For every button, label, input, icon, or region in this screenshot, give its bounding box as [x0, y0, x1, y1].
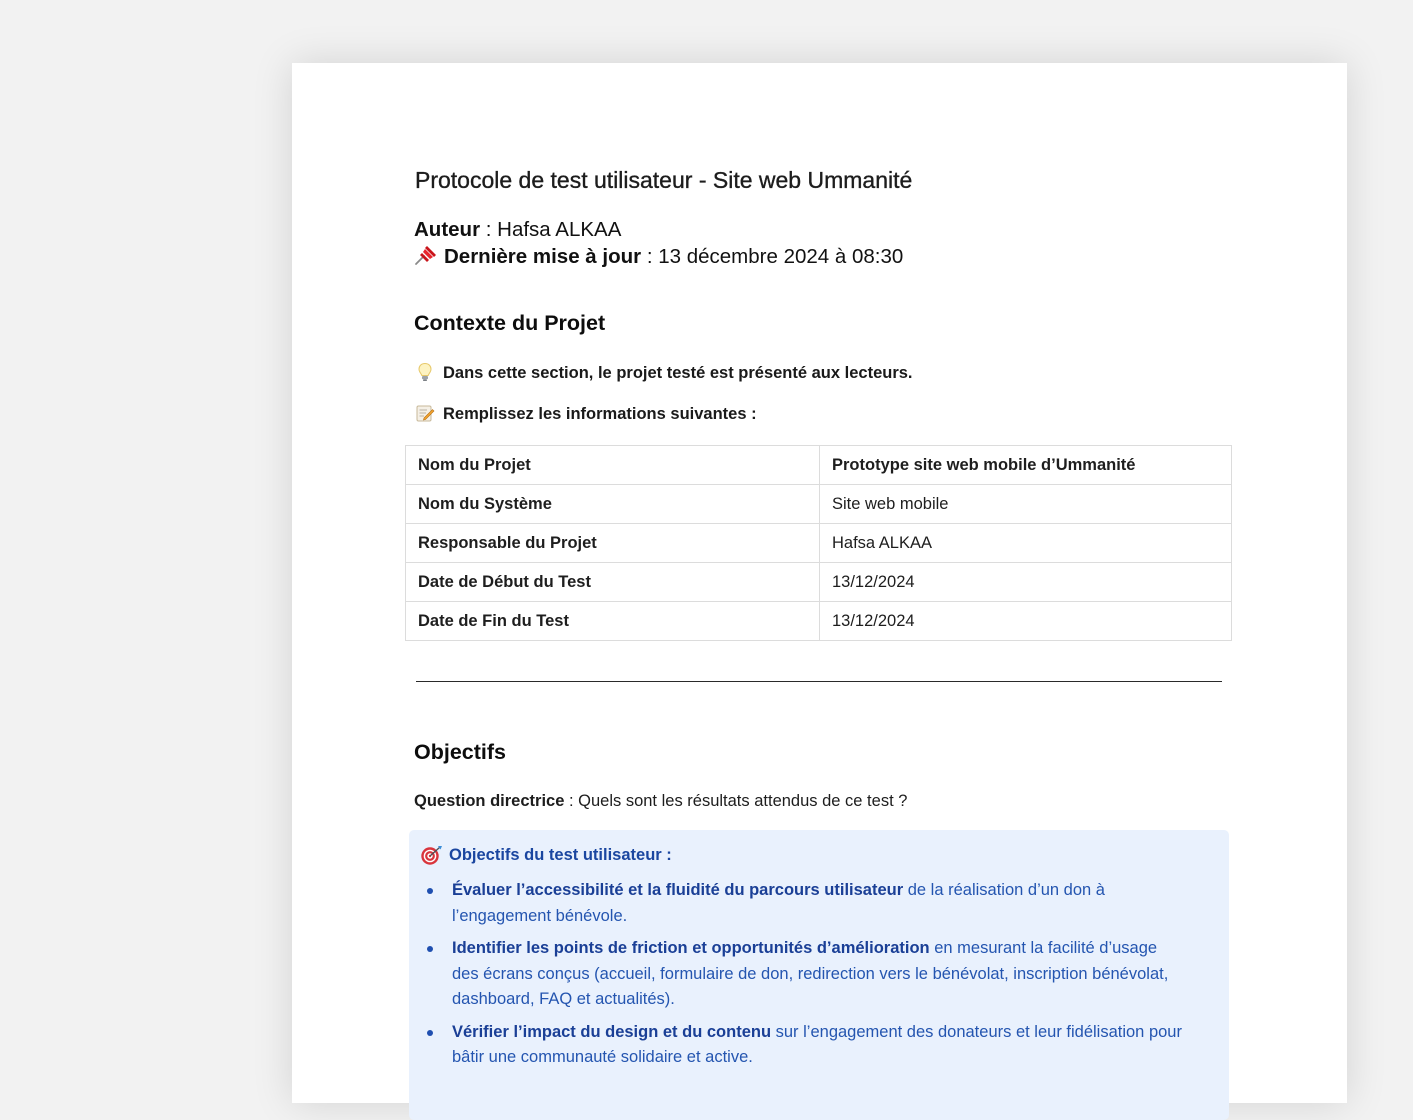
last-update-label: Dernière mise à jour: [444, 245, 642, 268]
lightbulb-icon: [415, 362, 435, 382]
objective-strong: Vérifier l’impact du design et du conten…: [452, 1022, 772, 1041]
target-icon: [421, 845, 443, 865]
author-line: Auteur : Hafsa ALKAA: [414, 218, 621, 242]
guiding-question: Question directrice : Quels sont les rés…: [414, 792, 907, 811]
table-key-cell: Date de Début du Test: [405, 562, 820, 602]
objectives-list: Évaluer l’accessibilité et la fluidité d…: [427, 878, 1187, 1078]
table-value-cell: Hafsa ALKAA: [819, 523, 1232, 563]
context-note-intro-text: Dans cette section, le projet testé est …: [443, 364, 913, 382]
memo-icon: [415, 403, 435, 423]
guiding-question-label: Question directrice: [414, 792, 565, 810]
table-key-cell: Date de Fin du Test: [405, 601, 820, 641]
table-value-cell: 13/12/2024: [819, 601, 1232, 641]
callout-title: Objectifs du test utilisateur :: [421, 845, 672, 865]
list-item: Vérifier l’impact du design et du conten…: [427, 1020, 1187, 1071]
table-key-cell: Nom du Projet: [405, 445, 820, 485]
objectives-callout: Objectifs du test utilisateur : Évaluer …: [409, 830, 1229, 1120]
context-note-intro: Dans cette section, le projet testé est …: [415, 362, 913, 383]
project-info-table: Nom du Projet Prototype site web mobile …: [405, 445, 1232, 641]
author-value: Hafsa ALKAA: [497, 218, 622, 241]
table-value-cell: Prototype site web mobile d’Ummanité: [819, 445, 1232, 485]
objective-strong: Évaluer l’accessibilité et la fluidité d…: [452, 881, 904, 899]
objective-strong: Identifier les points de friction et opp…: [452, 939, 930, 957]
table-row: Nom du Projet Prototype site web mobile …: [405, 445, 1232, 485]
section-divider: [416, 681, 1222, 682]
list-item: Évaluer l’accessibilité et la fluidité d…: [427, 878, 1187, 929]
table-value-cell: Site web mobile: [819, 484, 1232, 524]
table-row: Responsable du Projet Hafsa ALKAA: [405, 523, 1232, 563]
table-row: Nom du Système Site web mobile: [405, 484, 1232, 524]
pushpin-icon: [414, 244, 438, 266]
context-note-instruction-text: Remplissez les informations suivantes :: [443, 405, 757, 423]
document-title: Protocole de test utilisateur - Site web…: [415, 167, 913, 193]
document-page: Protocole de test utilisateur - Site web…: [292, 63, 1347, 1120]
author-label: Auteur: [414, 218, 481, 241]
table-key-cell: Responsable du Projet: [405, 523, 820, 563]
callout-title-text: Objectifs du test utilisateur :: [449, 846, 672, 864]
last-update-value: 13 décembre 2024 à 08:30: [658, 245, 904, 268]
table-key-cell: Nom du Système: [405, 484, 820, 524]
last-update-separator: :: [641, 245, 659, 268]
last-update-line: Dernière mise à jour : 13 décembre 2024 …: [414, 244, 903, 269]
context-note-instruction: Remplissez les informations suivantes :: [415, 403, 757, 424]
objectives-heading: Objectifs: [414, 740, 506, 764]
author-separator: :: [480, 218, 498, 241]
context-heading: Contexte du Projet: [414, 311, 606, 335]
list-item: Identifier les points de friction et opp…: [427, 936, 1187, 1013]
table-row: Date de Début du Test 13/12/2024: [405, 562, 1232, 602]
guiding-question-text: : Quels sont les résultats attendus de c…: [564, 792, 908, 810]
table-row: Date de Fin du Test 13/12/2024: [405, 601, 1232, 641]
table-value-cell: 13/12/2024: [819, 562, 1232, 602]
